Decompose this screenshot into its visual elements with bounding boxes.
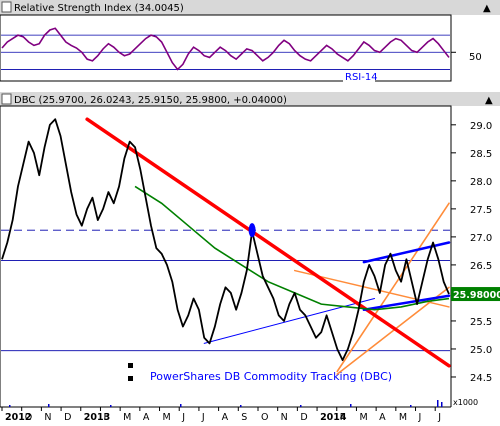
price-y-tick-label: 27.5 (470, 205, 492, 216)
x-tick-label: M (163, 412, 171, 423)
x-tick-label: D (300, 412, 307, 423)
price-y-tick-label: 27.0 (470, 233, 492, 244)
x-tick-label: N (281, 412, 288, 423)
rsi-y-tick-50: 50 (469, 52, 482, 63)
volume-bar (110, 405, 112, 407)
x-tick-label: O (261, 412, 268, 423)
rsi-collapse-button[interactable] (1, 1, 12, 13)
volume-bar (180, 404, 182, 407)
x-axis-strip (0, 407, 500, 426)
legend-marker-top (128, 363, 133, 368)
x-tick-label: S (241, 412, 247, 423)
x-tick-label: M (123, 412, 131, 423)
highlight-marker (248, 223, 256, 238)
price-y-tick-label: 28.5 (470, 149, 492, 160)
price-y-tick-label: 26.5 (470, 261, 492, 272)
volume-bar (9, 405, 11, 407)
price-y-tick-label: 25.0 (470, 345, 492, 356)
volume-bar (350, 404, 352, 407)
chart-window: Relative Strength Index (34.0045) ▲ 50 R… (0, 0, 500, 426)
volume-unit-label: x1000 (453, 398, 478, 407)
x-tick-label: F (103, 412, 108, 423)
volume-bar (410, 405, 412, 407)
volume-bar (441, 402, 443, 407)
x-tick-label: J (418, 412, 422, 423)
x-tick-label: J (437, 412, 441, 423)
price-y-tick-label: 28.0 (470, 177, 492, 188)
price-y-tick-label: 25.5 (470, 317, 492, 328)
price-scroll-up-icon[interactable]: ▲ (485, 95, 493, 106)
x-tick-label: M (359, 412, 367, 423)
volume-bar (300, 405, 302, 407)
chart-legend: PowerShares DB Commodity Tracking (DBC) (150, 370, 392, 383)
x-tick-label: D (64, 412, 71, 423)
price-y-tick-label: 24.5 (470, 373, 492, 384)
x-tick-label: A (222, 412, 229, 423)
rsi-badge: RSI-14 (345, 72, 378, 83)
rsi-title: Relative Strength Index (34.0045) (14, 3, 184, 14)
rsi-scroll-up-icon[interactable]: ▲ (483, 3, 491, 14)
x-tick-label: J (201, 412, 205, 423)
x-tick-label: F (340, 412, 345, 423)
price-y-tick-label: 29.0 (470, 121, 492, 132)
price-collapse-button[interactable] (1, 93, 12, 105)
volume-bar (240, 405, 242, 407)
x-tick-label: N (44, 412, 51, 423)
volume-bar (437, 400, 439, 407)
x-tick-label: A (143, 412, 150, 423)
last-price-label: 25.98000 (453, 290, 500, 301)
volume-bar (48, 404, 50, 407)
x-tick-label: A (379, 412, 386, 423)
x-tick-label: O (25, 412, 32, 423)
x-tick-label: M (399, 412, 407, 423)
rsi-panel: Relative Strength Index (34.0045) ▲ 50 R… (0, 0, 500, 83)
x-tick-label: J (181, 412, 185, 423)
price-header: DBC (25.9700, 26.0243, 25.9150, 25.9800,… (14, 95, 287, 106)
chart-canvas: Relative Strength Index (34.0045) ▲ 50 R… (0, 0, 500, 426)
legend-marker-bottom (128, 376, 133, 381)
